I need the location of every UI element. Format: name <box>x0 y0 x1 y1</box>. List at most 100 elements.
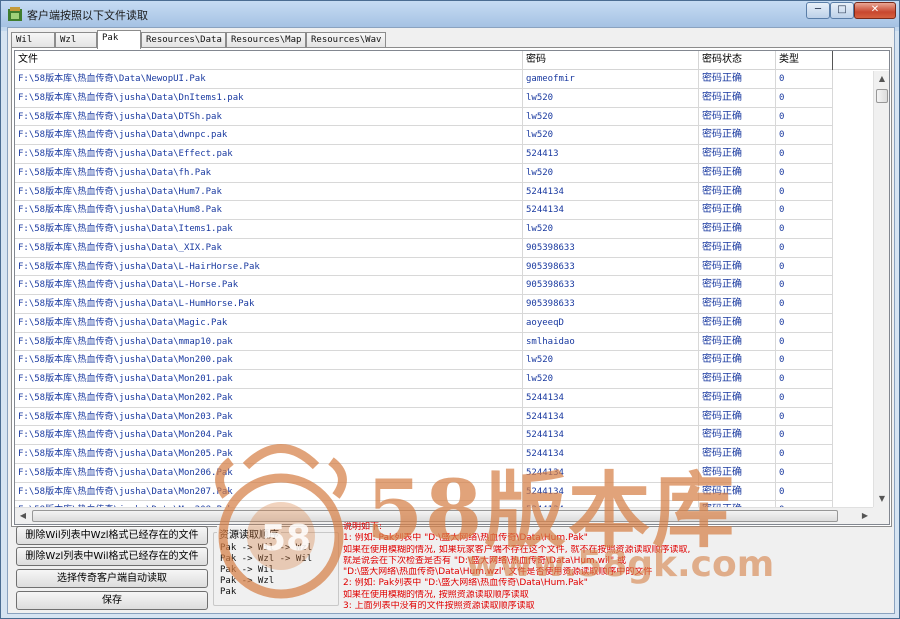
cell-status: 密码正确 <box>699 426 776 445</box>
close-button[interactable]: ✕ <box>854 2 896 19</box>
cell-type: 0 <box>776 220 833 238</box>
window-title: 客户端按照以下文件读取 <box>27 10 148 22</box>
cell-status: 密码正确 <box>699 201 776 220</box>
cell-file: F:\58版本库\热血传奇\jusha\Data\DnItems1.pak <box>15 88 523 107</box>
cell-type: 0 <box>776 238 833 257</box>
table-row[interactable]: F:\58版本库\热血传奇\jusha\Data\mmap10.pak smlha… <box>15 332 833 352</box>
cell-file: F:\58版本库\热血传奇\jusha\Data\Mon203.Pak <box>15 407 523 426</box>
table-row[interactable]: F:\58版本库\热血传奇\jusha\Data\Magic.Pak aoyeeq… <box>15 313 833 333</box>
table-row[interactable]: F:\58版本库\热血传奇\jusha\Data\DnItems1.pak lw5… <box>15 88 833 108</box>
table-row[interactable]: F:\58版本库\热血传奇\jusha\Data\Mon204.Pak 52441… <box>15 426 833 445</box>
table-row[interactable]: F:\58版本库\热血传奇\jusha\Data\Items1.pak lw520… <box>15 220 833 239</box>
table-row[interactable]: F:\58版本库\热血传奇\jusha\Data\Mon200.pak lw520… <box>15 351 833 370</box>
instruction-line: 1: 例如: Pak列表中 "D:\盛大网络\热血传奇\Data\Hum.Pak… <box>343 533 588 544</box>
column-header-file[interactable]: 文件 <box>15 51 523 70</box>
minimize-button[interactable]: ─ <box>806 2 830 19</box>
table-row[interactable]: F:\58版本库\热血传奇\jusha\Data\L-Horse.Pak 9053… <box>15 276 833 295</box>
table-row[interactable]: F:\58版本库\热血传奇\jusha\Data\Mon206.Pak 52441… <box>15 463 833 483</box>
cell-password: lw520 <box>523 163 699 182</box>
scroll-up-icon[interactable]: ▲ <box>874 71 889 87</box>
scroll-down-icon[interactable]: ▼ <box>874 491 889 507</box>
table-row[interactable]: F:\58版本库\热血传奇\jusha\Data\dwnpc.pak lw520 密… <box>15 126 833 145</box>
tab-resources-data[interactable]: Resources\Data <box>141 32 226 48</box>
table-row[interactable]: F:\58版本库\热血传奇\jusha\Data\fh.Pak lw520 密码正确… <box>15 163 833 183</box>
save-button[interactable]: 保存 <box>16 591 208 610</box>
table-row[interactable]: F:\58版本库\热血传奇\Data\NewopUI.Pak gameofmir 密… <box>15 70 833 89</box>
title-bar[interactable]: 客户端按照以下文件读取 ─ □ ✕ <box>1 1 899 27</box>
table-row[interactable]: F:\58版本库\热血传奇\jusha\Data\Mon207.Pak 52441… <box>15 482 833 502</box>
resource-order-list[interactable]: Pak -> Wil -> Wzl Pak -> Wzl -> Wil Pak ->… <box>220 543 334 598</box>
cell-status: 密码正确 <box>699 276 776 295</box>
table-row[interactable]: F:\58版本库\热血传奇\jusha\Data\Mon202.Pak 52441… <box>15 388 833 408</box>
pak-tab-panel: 文件 密码 密码状态 类型 F:\58版本库\热血传奇\Data\NewopUI… <box>11 47 892 527</box>
cell-password: lw520 <box>523 370 699 388</box>
main-window: 客户端按照以下文件读取 ─ □ ✕ Wil Wzl Pak Resources\… <box>0 0 900 619</box>
table-row[interactable]: F:\58版本库\热血传奇\jusha\Data\Effect.pak 52441… <box>15 145 833 164</box>
cell-status: 密码正确 <box>699 163 776 182</box>
cell-type: 0 <box>776 257 833 276</box>
instruction-line: 说明如下: <box>343 522 383 532</box>
list-rows: F:\58版本库\热血传奇\Data\NewopUI.Pak gameofmir 密… <box>15 70 833 520</box>
table-row[interactable]: F:\58版本库\热血传奇\jusha\Data\Mon205.Pak 52441… <box>15 445 833 464</box>
scroll-left-icon[interactable]: ◀ <box>15 508 31 524</box>
cell-type: 0 <box>776 182 833 201</box>
tab-resources-map[interactable]: Resources\Map <box>226 32 306 48</box>
cell-type: 0 <box>776 445 833 463</box>
vertical-scroll-thumb[interactable] <box>876 89 888 103</box>
table-row[interactable]: F:\58版本库\热血传奇\jusha\Data\L-HumHorse.Pak 9… <box>15 295 833 314</box>
tab-pak[interactable]: Pak <box>97 30 141 49</box>
cell-status: 密码正确 <box>699 370 776 388</box>
cell-type: 0 <box>776 332 833 351</box>
table-row[interactable]: F:\58版本库\热血传奇\jusha\Data\DTSh.pak lw520 密码… <box>15 107 833 127</box>
resource-order-item[interactable]: Pak -> Wil -> Wzl <box>220 543 334 554</box>
cell-status: 密码正确 <box>699 238 776 257</box>
pak-file-list[interactable]: 文件 密码 密码状态 类型 F:\58版本库\热血传奇\Data\NewopUI… <box>14 50 890 525</box>
table-row[interactable]: F:\58版本库\热血传奇\jusha\Data\_XIX.Pak 9053986… <box>15 238 833 258</box>
instruction-line: 如果在使用模糊的情况, 按照资源读取顺序读取 <box>343 589 529 600</box>
maximize-button[interactable]: □ <box>830 2 854 19</box>
auto-read-client-button[interactable]: 选择传奇客户端自动读取 <box>16 569 208 588</box>
table-row[interactable]: F:\58版本库\热血传奇\jusha\Data\Hum7.Pak 5244134… <box>15 182 833 202</box>
instruction-line: 就是说会在下次检查是否有 "D:\盛大网络\热血传奇\Data\Hum.wil"… <box>343 555 627 566</box>
column-header-password[interactable]: 密码 <box>523 51 699 70</box>
cell-type: 0 <box>776 201 833 220</box>
cell-status: 密码正确 <box>699 463 776 482</box>
vertical-scrollbar[interactable]: ▲ ▼ <box>873 71 889 507</box>
delete-wil-duplicates-button[interactable]: 删除Wil列表中Wzl格式已经存在的文件 <box>16 526 208 545</box>
cell-type: 0 <box>776 463 833 482</box>
cell-password: 5244134 <box>523 182 699 201</box>
table-row[interactable]: F:\58版本库\热血传奇\jusha\Data\Mon203.Pak 52441… <box>15 407 833 427</box>
resource-order-item[interactable]: Pak -> Wil <box>220 565 334 576</box>
tab-wzl[interactable]: Wzl <box>55 32 97 48</box>
delete-wzl-duplicates-button[interactable]: 删除Wzl列表中Wil格式已经存在的文件 <box>16 547 208 566</box>
cell-password: 5244134 <box>523 426 699 445</box>
resource-order-item[interactable]: Pak -> Wzl <box>220 576 334 587</box>
cell-password: 905398633 <box>523 257 699 276</box>
cell-status: 密码正确 <box>699 295 776 313</box>
cell-file: F:\58版本库\热血传奇\jusha\Data\Mon200.pak <box>15 351 523 370</box>
cell-status: 密码正确 <box>699 407 776 426</box>
column-header-status[interactable]: 密码状态 <box>699 51 776 70</box>
resource-order-item[interactable]: Pak <box>220 587 334 598</box>
horizontal-scroll-thumb[interactable] <box>32 510 838 522</box>
resource-order-item[interactable]: Pak -> Wzl -> Wil <box>220 554 334 565</box>
tab-resources-wav[interactable]: Resources\Wav <box>306 32 386 48</box>
cell-file: F:\58版本库\热血传奇\jusha\Data\Items1.pak <box>15 220 523 238</box>
cell-file: F:\58版本库\热血传奇\jusha\Data\fh.Pak <box>15 163 523 182</box>
list-header: 文件 密码 密码状态 类型 <box>15 51 889 70</box>
table-row[interactable]: F:\58版本库\热血传奇\jusha\Data\Mon201.pak lw520… <box>15 370 833 389</box>
column-header-type[interactable]: 类型 <box>776 51 833 70</box>
cell-file: F:\58版本库\热血传奇\jusha\Data\Mon206.Pak <box>15 463 523 482</box>
cell-password: 5244134 <box>523 445 699 463</box>
table-row[interactable]: F:\58版本库\热血传奇\jusha\Data\Hum8.Pak 5244134… <box>15 201 833 220</box>
cell-password: 5244134 <box>523 407 699 426</box>
instruction-line: 3: 上面列表中没有的文件按照资源读取顺序读取 <box>343 601 535 612</box>
table-row[interactable]: F:\58版本库\热血传奇\jusha\Data\L-HairHorse.Pak… <box>15 257 833 277</box>
cell-file: F:\58版本库\热血传奇\jusha\Data\_XIX.Pak <box>15 238 523 257</box>
cell-password: 905398633 <box>523 238 699 257</box>
cell-file: F:\58版本库\热血传奇\jusha\Data\Hum7.Pak <box>15 182 523 201</box>
cell-password: lw520 <box>523 88 699 107</box>
app-icon <box>8 7 22 21</box>
tab-wil[interactable]: Wil <box>11 32 55 48</box>
cell-password: smlhaidao <box>523 332 699 351</box>
